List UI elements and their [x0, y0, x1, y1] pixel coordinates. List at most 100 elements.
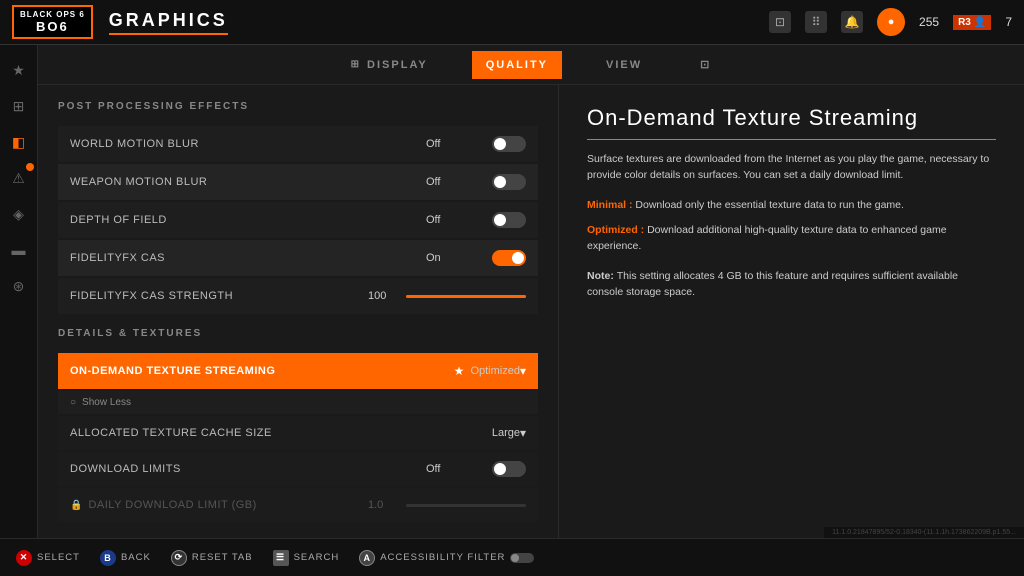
rank-icon: 👤: [974, 17, 986, 28]
cas-control[interactable]: On: [426, 250, 526, 266]
detail-note: Note: This setting allocates 4 GB to thi…: [587, 269, 996, 301]
player-score: 255: [919, 15, 939, 29]
topbar-right: ⊡ ⠿ 🔔 ● 255 R3 👤 7: [769, 8, 1012, 36]
search-label: SEARCH: [294, 552, 340, 563]
display-tab-label: DISPLAY: [367, 59, 428, 71]
dof-control[interactable]: Off: [426, 212, 526, 228]
dof-value: Off: [426, 214, 486, 226]
view-tab-label: VIEW: [606, 59, 642, 71]
daily-download-label: Daily Download Limit (GB): [88, 499, 256, 511]
search-btn[interactable]: ☰: [273, 550, 289, 566]
sidebar-item-network[interactable]: ⊛: [4, 271, 34, 301]
reset-tab-label: RESET TAB: [192, 552, 253, 563]
cas-value: On: [426, 252, 486, 264]
world-motion-blur-value: Off: [426, 138, 486, 150]
cas-strength-row: FIDELITYFX CAS Strength 100: [58, 278, 538, 314]
weapon-motion-blur-label: Weapon Motion Blur: [70, 176, 426, 188]
controller-icon[interactable]: ⊡: [769, 11, 791, 33]
tab-extra[interactable]: ⊡: [686, 50, 725, 79]
download-limits-toggle[interactable]: [492, 461, 526, 477]
cas-toggle[interactable]: [492, 250, 526, 266]
rank-label: R3: [958, 17, 971, 28]
texture-cache-label: Allocated Texture Cache Size: [70, 427, 492, 439]
texture-cache-control[interactable]: Large ▾: [492, 426, 526, 440]
right-panel: On-Demand Texture Streaming Surface text…: [558, 85, 1024, 538]
lock-icon: 🔒: [70, 500, 82, 511]
star-icon: ★: [454, 364, 465, 378]
extra-tab-icon: ⊡: [700, 58, 711, 71]
sidebar-item-cards[interactable]: ▬: [4, 235, 34, 265]
quality-tab-label: QUALITY: [486, 59, 548, 71]
select-label: SELECT: [37, 552, 80, 563]
post-processing-title: POST PROCESSING EFFECTS: [58, 101, 538, 116]
main-content: POST PROCESSING EFFECTS World Motion Blu…: [38, 85, 1024, 538]
reset-tab-btn[interactable]: ⟳: [171, 550, 187, 566]
bb-select[interactable]: ✕ SELECT: [16, 550, 80, 566]
weapon-motion-blur-toggle[interactable]: [492, 174, 526, 190]
sidebar-item-display[interactable]: ◧: [4, 127, 34, 157]
on-demand-label: On-Demand Texture Streaming: [70, 365, 454, 377]
cas-label: FIDELITYFX CAS: [70, 252, 426, 264]
bb-accessibility[interactable]: A ACCESSIBILITY FILTER: [359, 550, 534, 566]
detail-option-minimal: Minimal : Download only the essential te…: [587, 198, 996, 214]
on-demand-value: Optimized: [470, 365, 520, 377]
bell-icon[interactable]: 🔔: [841, 11, 863, 33]
daily-download-value: 1.0: [368, 499, 398, 511]
tab-display[interactable]: ⊞ DISPLAY: [337, 51, 442, 79]
weapon-motion-blur-value: Off: [426, 176, 486, 188]
page-title: GRAPHICS: [109, 10, 228, 35]
logo-box: BLACK OPS 6 BO6: [12, 5, 93, 39]
cas-strength-track[interactable]: [406, 295, 526, 298]
weapon-motion-blur-row: Weapon Motion Blur Off: [58, 164, 538, 200]
dof-toggle[interactable]: [492, 212, 526, 228]
cas-strength-label: FIDELITYFX CAS Strength: [70, 290, 368, 302]
dof-row: Depth of Field Off: [58, 202, 538, 238]
sidebar-item-audio[interactable]: ◈: [4, 199, 34, 229]
accessibility-toggle[interactable]: [510, 553, 534, 563]
daily-download-row: 🔒 Daily Download Limit (GB) 1.0: [58, 488, 538, 522]
download-limits-control[interactable]: Off: [426, 461, 526, 477]
accessibility-btn[interactable]: A: [359, 550, 375, 566]
download-limits-row: Download Limits Off: [58, 452, 538, 486]
daily-download-track: [406, 504, 526, 507]
display-tab-icon: ⊞: [351, 59, 361, 70]
bb-search[interactable]: ☰ SEARCH: [273, 550, 340, 566]
show-less-label: Show Less: [82, 397, 131, 408]
cas-row: FIDELITYFX CAS On: [58, 240, 538, 276]
detail-note-label: Note:: [587, 270, 617, 282]
avatar[interactable]: ●: [877, 8, 905, 36]
detail-option-minimal-label: Minimal :: [587, 199, 635, 211]
sidebar-item-star[interactable]: ★: [4, 55, 34, 85]
show-less-row[interactable]: ○ Show Less: [58, 391, 538, 414]
show-less-icon: ○: [70, 397, 76, 408]
bottombar: ✕ SELECT B BACK ⟳ RESET TAB ☰ SEARCH A A…: [0, 538, 1024, 576]
world-motion-blur-toggle[interactable]: [492, 136, 526, 152]
back-btn[interactable]: B: [100, 550, 116, 566]
on-demand-control[interactable]: Optimized ▾: [470, 364, 526, 378]
world-motion-blur-row: World Motion Blur Off: [58, 126, 538, 162]
logo-bottom: BO6: [36, 19, 69, 34]
tab-quality[interactable]: QUALITY: [472, 51, 562, 79]
on-demand-row[interactable]: On-Demand Texture Streaming ★ Optimized …: [58, 353, 538, 389]
detail-title: On-Demand Texture Streaming: [587, 105, 996, 140]
sidebar-item-alert[interactable]: ⚠: [4, 163, 34, 193]
weapon-motion-blur-control[interactable]: Off: [426, 174, 526, 190]
party-count: 7: [1005, 15, 1012, 29]
world-motion-blur-control[interactable]: Off: [426, 136, 526, 152]
sidebar-item-gamepad[interactable]: ⊞: [4, 91, 34, 121]
download-limits-value: Off: [426, 463, 486, 475]
bb-back[interactable]: B BACK: [100, 550, 151, 566]
detail-note-text: This setting allocates 4 GB to this feat…: [587, 270, 958, 298]
detail-intro: Surface textures are downloaded from the…: [587, 152, 996, 184]
grid-icon[interactable]: ⠿: [805, 11, 827, 33]
cas-strength-control[interactable]: 100: [368, 290, 526, 302]
tab-view[interactable]: VIEW: [592, 51, 656, 79]
texture-cache-value: Large: [492, 427, 520, 439]
bb-reset-tab[interactable]: ⟳ RESET TAB: [171, 550, 253, 566]
select-btn[interactable]: ✕: [16, 550, 32, 566]
nav-tabs: ⊞ DISPLAY QUALITY VIEW ⊡: [38, 45, 1024, 85]
sidebar-badge: [26, 163, 34, 171]
texture-cache-row: Allocated Texture Cache Size Large ▾: [58, 416, 538, 450]
details-textures-title: DETAILS & TEXTURES: [58, 328, 538, 343]
detail-option-optimized-label: Optimized :: [587, 224, 647, 236]
